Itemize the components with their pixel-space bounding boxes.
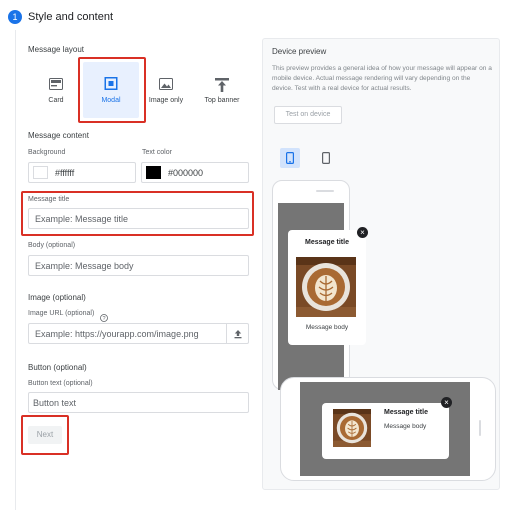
layout-option-label: Image only (148, 97, 184, 104)
step-number-badge: 1 (8, 10, 22, 24)
close-icon[interactable]: × (441, 397, 452, 408)
layout-option-image-only[interactable]: Image only (138, 66, 194, 118)
portrait-modal-title: Message title (305, 239, 349, 246)
body-label: Body (optional) (28, 242, 76, 249)
phone-icon (322, 152, 330, 164)
background-label: Background (28, 149, 66, 156)
layout-option-card[interactable]: Card (28, 66, 84, 118)
card-icon (49, 78, 63, 92)
close-icon[interactable]: × (357, 227, 368, 238)
svg-text:?: ? (102, 316, 105, 322)
text-color-value: #000000 (168, 167, 204, 178)
coffee-latte-art-image (296, 257, 356, 317)
upload-icon (234, 330, 242, 339)
landscape-speaker (479, 420, 481, 436)
layout-option-top-banner[interactable]: Top banner (194, 66, 250, 118)
message-body-input[interactable]: Example: Message body (28, 255, 249, 276)
device-preview-title: Device preview (272, 47, 327, 56)
background-color-field[interactable]: #ffffff (28, 162, 136, 183)
layout-option-label: Card (48, 97, 64, 104)
message-body-placeholder: Example: Message body (35, 260, 134, 271)
text-color-label: Text color (142, 149, 172, 156)
button-section-label: Button (optional) (28, 363, 87, 372)
step-rule (15, 30, 16, 510)
portrait-toggle-button[interactable] (280, 148, 300, 168)
top-banner-icon (215, 78, 229, 94)
modal-highlight-box (78, 57, 146, 123)
landscape-toggle-button[interactable] (316, 148, 336, 168)
button-text-placeholder: Button text (33, 397, 77, 408)
upload-button[interactable] (226, 324, 248, 343)
background-swatch[interactable] (33, 166, 48, 179)
phone-portrait-icon (286, 152, 294, 164)
image-url-label: Image URL (optional) (28, 310, 95, 317)
test-on-device-button[interactable]: Test on device (274, 106, 342, 124)
phone-speaker (316, 190, 334, 192)
landscape-modal-body: Message body (384, 423, 427, 430)
message-layout-label: Message layout (28, 45, 85, 54)
button-text-label: Button text (optional) (28, 380, 93, 387)
coffee-latte-art-image (333, 409, 371, 447)
next-highlight-box (21, 415, 69, 455)
image-url-placeholder: Example: https://yourapp.com/image.png (35, 328, 199, 339)
button-text-input[interactable]: Button text (28, 392, 249, 413)
message-content-label: Message content (28, 131, 89, 140)
image-section-label: Image (optional) (28, 293, 86, 302)
portrait-modal-body: Message body (305, 324, 349, 331)
text-color-swatch[interactable] (146, 166, 161, 179)
text-color-field[interactable]: #000000 (141, 162, 249, 183)
background-color-value: #ffffff (55, 167, 75, 178)
title-highlight-box (21, 191, 254, 236)
device-preview-description: This preview provides a general idea of … (272, 65, 492, 92)
image-icon (159, 78, 173, 92)
image-url-input[interactable]: Example: https://yourapp.com/image.png (28, 323, 249, 344)
layout-option-label: Top banner (204, 97, 240, 104)
step-title: Style and content (28, 11, 114, 23)
landscape-modal-title: Message title (384, 409, 428, 416)
